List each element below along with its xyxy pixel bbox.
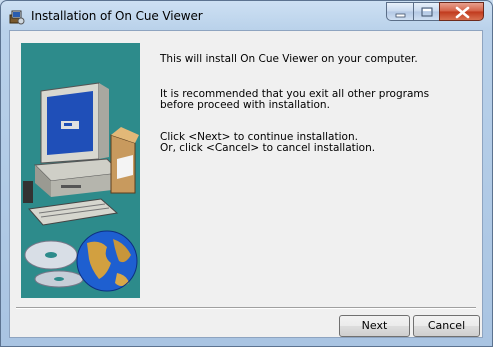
window-title: Installation of On Cue Viewer [31,9,203,23]
next-button[interactable]: Next [339,315,410,337]
intro-text: This will install On Cue Viewer on your … [160,53,418,65]
close-button[interactable] [439,2,484,21]
instruction-text: Click <Next> to continue installation. O… [160,131,376,154]
recommendation-text: It is recommended that you exit all othe… [160,88,430,111]
installer-icon [9,9,25,25]
installer-window: Installation of On Cue Viewer This will … [0,0,493,347]
separator-line [16,307,476,309]
installer-illustration [21,43,140,298]
title-bar[interactable]: Installation of On Cue Viewer [1,1,492,30]
dialog-content: This will install On Cue Viewer on your … [9,30,483,338]
minimize-button[interactable] [386,2,413,21]
cancel-button[interactable]: Cancel [413,315,480,337]
maximize-button[interactable] [413,2,439,21]
